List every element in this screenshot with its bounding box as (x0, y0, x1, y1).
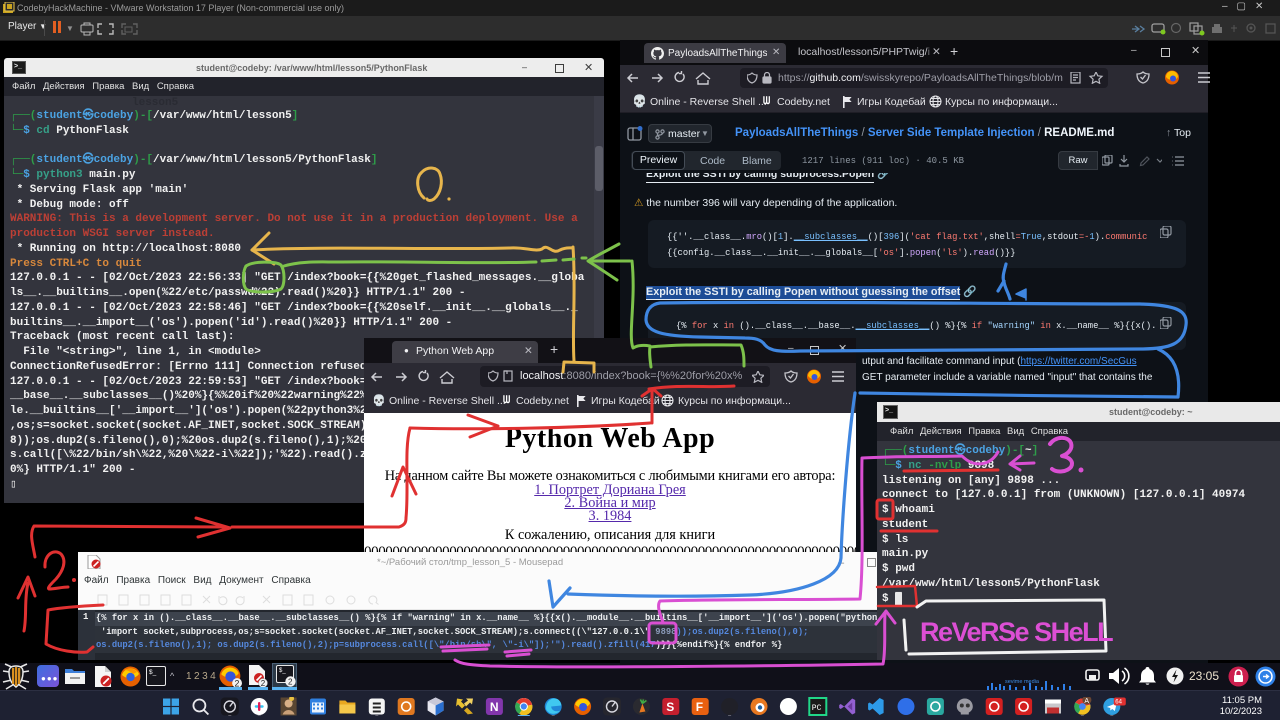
svg-text:ReVeRSe SHeLL: ReVeRSe SHeLL (920, 617, 1113, 647)
